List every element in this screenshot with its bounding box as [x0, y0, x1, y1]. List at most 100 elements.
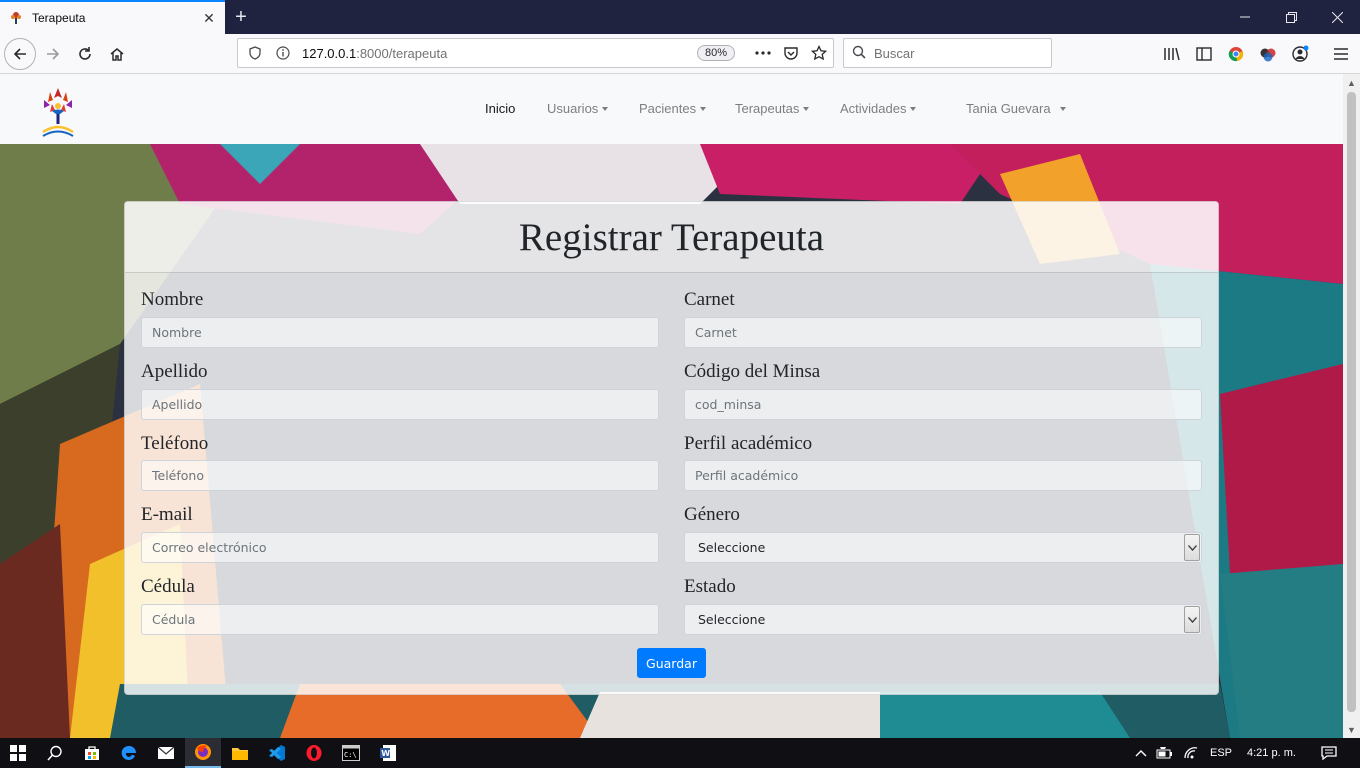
vscode-icon[interactable] — [259, 738, 295, 768]
wifi-icon[interactable] — [1180, 738, 1202, 768]
minimize-window-icon[interactable] — [1222, 0, 1268, 34]
scrollbar-thumb[interactable] — [1347, 92, 1356, 712]
pocket-icon[interactable] — [777, 39, 805, 67]
edge-icon[interactable] — [111, 738, 147, 768]
restore-window-icon[interactable] — [1268, 0, 1314, 34]
chevron-up-icon[interactable] — [1130, 738, 1152, 768]
url-path: :8000/terapeuta — [356, 45, 448, 61]
email-input[interactable] — [141, 532, 659, 563]
battery-icon[interactable] — [1154, 738, 1176, 768]
hamburger-menu-icon[interactable] — [1326, 39, 1356, 69]
command-prompt-icon[interactable]: C:\ — [333, 738, 369, 768]
file-explorer-icon[interactable] — [222, 738, 258, 768]
close-window-icon[interactable] — [1314, 0, 1360, 34]
page-actions-icon[interactable] — [749, 39, 777, 67]
language-indicator[interactable]: ESP — [1210, 738, 1232, 768]
color-extension-icon[interactable] — [1253, 39, 1283, 69]
nav-actividades-label: Actividades — [840, 101, 907, 116]
nombre-label: Nombre — [141, 289, 204, 310]
browser-tab-bar: Terapeuta ✕ + — [0, 0, 1360, 34]
chrome-extension-icon[interactable] — [1221, 39, 1251, 69]
nav-pacientes-label: Pacientes — [639, 101, 697, 116]
nav-user-dropdown[interactable]: Tania Guevara — [966, 101, 1066, 116]
card-header: Registrar Terapeuta — [125, 202, 1218, 273]
forward-arrow-icon[interactable] — [38, 39, 68, 69]
carnet-label: Carnet — [684, 289, 735, 310]
firefox-icon[interactable] — [185, 738, 221, 768]
page-scrollbar[interactable]: ▲ ▼ — [1343, 74, 1360, 738]
apellido-label: Apellido — [141, 361, 208, 382]
genero-select[interactable]: Seleccione — [684, 532, 1202, 563]
register-therapist-card: Registrar Terapeuta Nombre Apellido Telé… — [124, 201, 1219, 695]
chevron-down-icon[interactable] — [1184, 606, 1200, 633]
windows-taskbar: C:\ W ESP 4:21 p. m. — [0, 738, 1360, 768]
url-text[interactable]: 127.0.0.1:8000/terapeuta — [302, 46, 697, 61]
guardar-button[interactable]: Guardar — [637, 648, 706, 678]
library-icon[interactable] — [1157, 39, 1187, 69]
opera-icon[interactable] — [296, 738, 332, 768]
nav-user-label: Tania Guevara — [966, 101, 1051, 116]
nav-inicio-label: Inicio — [485, 101, 516, 116]
site-info-icon[interactable] — [272, 42, 294, 64]
browser-tab[interactable]: Terapeuta ✕ — [0, 0, 225, 34]
nav-actividades-dropdown[interactable]: Actividades — [840, 101, 917, 116]
clock[interactable]: 4:21 p. m. — [1247, 738, 1296, 768]
browser-toolbar: 127.0.0.1:8000/terapeuta 80% — [0, 34, 1360, 74]
notifications-icon[interactable] — [1314, 738, 1344, 768]
sidebar-toggle-icon[interactable] — [1189, 39, 1219, 69]
estado-label: Estado — [684, 576, 736, 597]
nav-usuarios-dropdown[interactable]: Usuarios — [547, 101, 609, 116]
caret-down-icon — [910, 106, 917, 111]
back-arrow-icon[interactable] — [4, 38, 36, 70]
nav-usuarios-label: Usuarios — [547, 101, 599, 116]
site-logo[interactable] — [38, 80, 78, 140]
email-label: E-mail — [141, 504, 193, 525]
carnet-input[interactable] — [684, 317, 1202, 348]
bookmark-star-icon[interactable] — [805, 39, 833, 67]
home-icon[interactable] — [102, 39, 132, 69]
account-icon[interactable] — [1285, 39, 1315, 69]
tab-title: Terapeuta — [32, 11, 86, 25]
scroll-down-arrow-icon[interactable]: ▼ — [1343, 721, 1360, 738]
address-bar[interactable]: 127.0.0.1:8000/terapeuta 80% — [237, 38, 834, 68]
nav-pacientes-dropdown[interactable]: Pacientes — [639, 101, 707, 116]
nav-terapeutas-label: Terapeutas — [735, 101, 800, 116]
perfil-academico-label: Perfil académico — [684, 433, 813, 454]
search-input[interactable] — [874, 45, 1034, 61]
new-tab-icon[interactable]: + — [228, 0, 254, 34]
genero-selected-value: Seleccione — [698, 540, 766, 555]
word-icon[interactable]: W — [370, 738, 406, 768]
svg-text:W: W — [381, 749, 390, 758]
nav-terapeutas-dropdown[interactable]: Terapeutas — [735, 101, 810, 116]
store-icon[interactable] — [74, 738, 110, 768]
cedula-label: Cédula — [141, 576, 195, 597]
search-bar[interactable] — [843, 38, 1052, 68]
caret-down-icon — [1059, 106, 1066, 111]
zoom-level-badge[interactable]: 80% — [696, 45, 735, 61]
page-title: Registrar Terapeuta — [518, 215, 825, 259]
scroll-up-arrow-icon[interactable]: ▲ — [1343, 74, 1360, 91]
estado-selected-value: Seleccione — [698, 612, 766, 627]
cedula-input[interactable] — [141, 604, 659, 635]
telefono-input[interactable] — [141, 460, 659, 491]
tracking-shield-icon[interactable] — [244, 42, 266, 64]
caret-down-icon — [803, 106, 810, 111]
nombre-input[interactable] — [141, 317, 659, 348]
close-tab-icon[interactable]: ✕ — [201, 10, 217, 26]
apellido-input[interactable] — [141, 389, 659, 420]
windows-start-icon[interactable] — [0, 738, 36, 768]
svg-text:C:\: C:\ — [344, 751, 357, 759]
search-icon[interactable] — [37, 738, 73, 768]
genero-label: Género — [684, 504, 740, 525]
site-favicon-icon — [8, 10, 24, 26]
caret-down-icon — [700, 106, 707, 111]
perfil-academico-input[interactable] — [684, 460, 1202, 491]
caret-down-icon — [602, 106, 609, 111]
chevron-down-icon[interactable] — [1184, 534, 1200, 561]
estado-select[interactable]: Seleccione — [684, 604, 1202, 635]
reload-icon[interactable] — [70, 39, 100, 69]
mail-icon[interactable] — [148, 738, 184, 768]
codigo-minsa-input[interactable] — [684, 389, 1202, 420]
nav-inicio[interactable]: Inicio — [485, 101, 515, 116]
telefono-label: Teléfono — [141, 433, 209, 454]
